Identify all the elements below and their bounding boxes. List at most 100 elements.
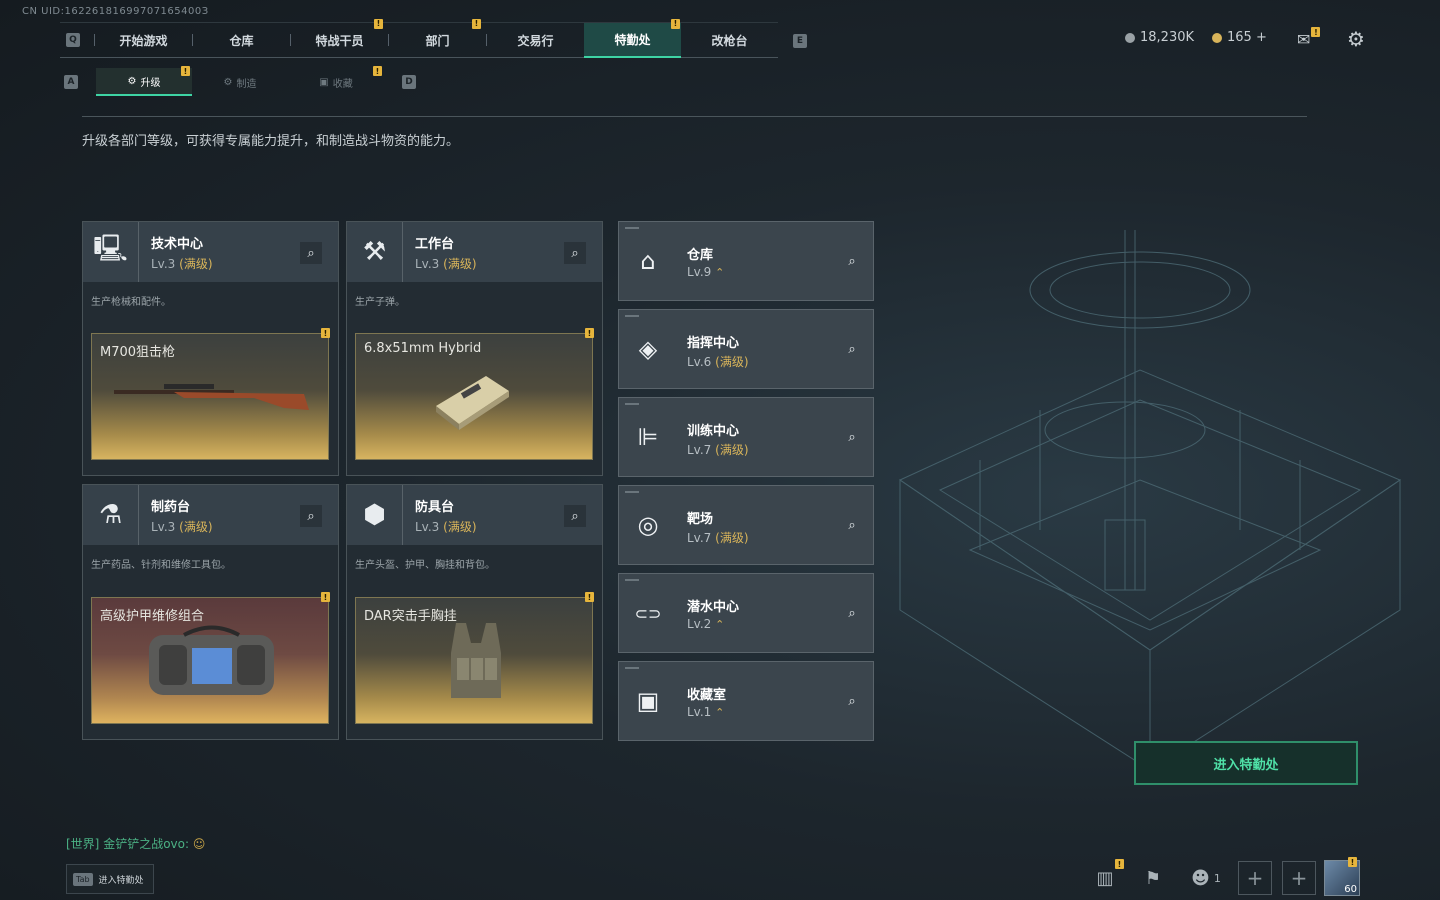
notification-badge: ! <box>585 592 594 602</box>
tab-special-services[interactable]: 特勤处! <box>584 18 681 58</box>
tab-market[interactable]: 交易行 <box>487 23 584 58</box>
station-card-tech-center[interactable]: 🖳 技术中心 Lv.3 (满级) ⌕ 生产枪械和配件。 M700狙击枪 ! <box>82 221 339 476</box>
tab-warehouse[interactable]: 仓库 <box>193 23 290 58</box>
tools-icon: ⚒ <box>347 222 403 282</box>
station-level: Lv.3 <box>151 256 176 271</box>
corner-mark <box>625 403 639 405</box>
tab-gunsmith[interactable]: 改枪台 <box>681 23 778 58</box>
search-icon[interactable]: ⌕ <box>300 242 322 264</box>
corner-mark <box>625 491 639 493</box>
tab-shortcut-hint[interactable]: Tab 进入特勤处 <box>66 864 154 894</box>
max-level-label: (满级) <box>443 519 477 534</box>
facility-shooting-range[interactable]: ◎ 靶场 Lv.7 (满级) ⌕ <box>618 485 874 565</box>
notification-badge: ! <box>321 592 330 602</box>
search-icon[interactable]: ⌕ <box>841 338 863 360</box>
facility-name: 仓库 <box>687 248 714 263</box>
tab-key: Tab <box>73 872 93 886</box>
tab-label: 改枪台 <box>711 33 748 48</box>
main-navigation: Q 开始游戏 仓库 特战干员! 部门! 交易行 特勤处! 改枪台 <box>60 18 778 58</box>
chat-user: 金铲铲之战ovo: <box>103 837 190 851</box>
station-level: Lv.3 <box>415 256 440 271</box>
collection-icon: ▣ <box>636 687 660 715</box>
upgrade-available-icon: ⌃ <box>715 706 725 719</box>
search-icon[interactable]: ⌕ <box>300 505 322 527</box>
subtab-craft[interactable]: ⚙ 制造 <box>192 68 288 96</box>
corner-mark <box>625 579 639 581</box>
station-name: 技术中心 <box>151 236 204 252</box>
invite-slot-button[interactable]: + <box>1282 861 1316 895</box>
facility-collection-room[interactable]: ▣ 收藏室 Lv.1 ⌃ ⌕ <box>618 661 874 741</box>
subtab-collection[interactable]: ▣ 收藏! <box>288 66 384 96</box>
invite-slot-button[interactable]: + <box>1238 861 1272 895</box>
nav-prev-key-hint[interactable]: Q <box>66 33 80 47</box>
notification-badge: ! <box>321 328 330 338</box>
notification-badge: ! <box>1348 857 1357 867</box>
search-icon[interactable]: ⌕ <box>841 514 863 536</box>
featured-item[interactable]: 6.8x51mm Hybrid <box>355 333 593 460</box>
divider-line <box>82 116 1307 117</box>
player-avatar[interactable]: 60 ! <box>1324 857 1360 896</box>
search-icon[interactable]: ⌕ <box>564 242 586 264</box>
item-name: M700狙击枪 <box>100 345 176 360</box>
facility-diving-center[interactable]: ⊂⊃ 潜水中心 Lv.2 ⌃ ⌕ <box>618 573 874 653</box>
station-card-pharmacy[interactable]: ⚗ 制药台 Lv.3 (满级) ⌕ 生产药品、针剂和维修工具包。 高级护甲维修组合… <box>82 484 339 740</box>
subtab-upgrade[interactable]: ⚙ 升级! <box>96 66 192 96</box>
coin-amount: 165 + <box>1227 30 1267 45</box>
tab-label: 仓库 <box>229 33 254 48</box>
notification-badge: ! <box>1311 27 1321 37</box>
nav-next-key-hint[interactable]: E <box>793 34 807 48</box>
subnav-next-key-hint[interactable]: D <box>402 75 416 89</box>
search-icon[interactable]: ⌕ <box>841 690 863 712</box>
subtab-label: 升级 <box>140 77 161 89</box>
settings-gear-icon[interactable]: ⚙ <box>1347 27 1365 51</box>
coin-display[interactable]: 165 + <box>1212 30 1267 45</box>
chat-channel: [世界] <box>66 837 100 851</box>
notification-badge: ! <box>671 18 680 29</box>
notification-badge: ! <box>181 66 190 76</box>
tab-operators[interactable]: 特战干员! <box>291 18 388 58</box>
squad-count: 1 <box>1213 871 1221 885</box>
notification-badge: ! <box>472 18 481 29</box>
max-level-label: (满级) <box>443 256 477 271</box>
chat-message[interactable]: [世界] 金铲铲之战ovo: ☺ <box>66 835 205 852</box>
station-card-workbench[interactable]: ⚒ 工作台 Lv.3 (满级) ⌕ 生产子弹。 6.8x51mm Hybrid ! <box>346 221 603 476</box>
facility-training-center[interactable]: ⊫ 训练中心 Lv.7 (满级) ⌕ <box>618 397 874 477</box>
featured-item[interactable]: DAR突击手胸挂 <box>355 597 593 724</box>
people-icon: ☻ <box>1191 867 1210 889</box>
user-id: CN UID:16226181699707165400З <box>22 6 209 17</box>
facility-warehouse[interactable]: ⌂ 仓库 Lv.9 ⌃ ⌕ <box>618 221 874 301</box>
warehouse-icon: ⌂ <box>640 247 656 275</box>
facility-level: Lv.1 <box>687 705 712 719</box>
subnav-prev-key-hint[interactable]: A <box>64 75 78 89</box>
mail-icon[interactable]: ✉! <box>1297 27 1321 49</box>
search-icon[interactable]: ⌕ <box>841 250 863 272</box>
tab-departments[interactable]: 部门! <box>389 18 486 58</box>
notification-badge: ! <box>374 18 383 29</box>
squad-button[interactable]: ☻ 1 <box>1184 861 1228 895</box>
max-level-label: (满级) <box>179 519 213 534</box>
money-display[interactable]: 18,230K <box>1125 30 1194 45</box>
featured-item[interactable]: M700狙击枪 <box>91 333 329 460</box>
tab-label: 特战干员 <box>315 33 364 48</box>
notification-badge: ! <box>1115 859 1124 869</box>
featured-item[interactable]: 高级护甲维修组合 <box>91 597 329 724</box>
station-description: 生产药品、针剂和维修工具包。 <box>91 560 231 571</box>
flag-icon[interactable]: ⚑ <box>1136 861 1170 895</box>
corner-mark <box>625 315 639 317</box>
target-icon: ◎ <box>637 511 659 539</box>
facility-command-center[interactable]: ◈ 指挥中心 Lv.6 (满级) ⌕ <box>618 309 874 389</box>
station-name: 防具台 <box>415 499 455 515</box>
tab-start-game[interactable]: 开始游戏 <box>95 23 192 58</box>
bottom-toolbar: ▥! ⚑ ☻ 1 + + 60 ! <box>1088 857 1360 896</box>
search-icon[interactable]: ⌕ <box>841 602 863 624</box>
dumbbell-icon: ⊫ <box>637 423 659 451</box>
chest-rig-image <box>451 623 501 698</box>
search-icon[interactable]: ⌕ <box>564 505 586 527</box>
search-icon[interactable]: ⌕ <box>841 426 863 448</box>
card-header: 🖳 技术中心 Lv.3 (满级) ⌕ <box>83 222 338 282</box>
stats-chart-icon[interactable]: ▥! <box>1088 859 1124 895</box>
upgrade-available-icon: ⌃ <box>715 266 725 279</box>
corner-mark <box>625 667 639 669</box>
enter-special-services-button[interactable]: 进入特勤处 <box>1134 741 1358 785</box>
station-card-armor-bench[interactable]: ⬢ 防具台 Lv.3 (满级) ⌕ 生产头盔、护甲、胸挂和背包。 DAR突击手胸挂… <box>346 484 603 740</box>
